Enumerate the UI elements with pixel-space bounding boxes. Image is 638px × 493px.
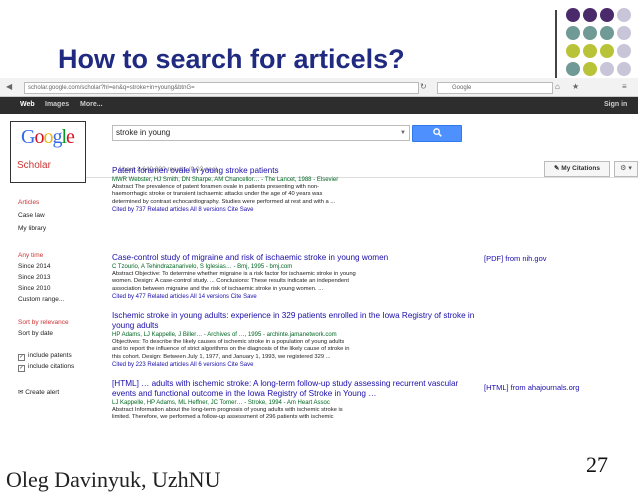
result-title-link[interactable]: [HTML] … adults with ischemic stroke: A … [112,379,482,399]
scholar-logo-box[interactable]: Google Scholar [10,121,86,183]
search-button[interactable] [412,125,462,142]
footer-author: Oleg Davinyuk, UzhNU [6,467,221,492]
result-authors: HP Adams, LJ Kappelle, J Biller… - Archi… [112,332,337,338]
result-authors: C Tzourio, A Tehindrazanarivelo, S Igles… [112,264,293,270]
my-citations-button[interactable]: ✎ My Citations [544,161,610,177]
create-alert-link[interactable]: ✉ Create alert [18,388,59,396]
decorative-dot [617,62,631,76]
scholar-label: Scholar [17,160,51,171]
decorative-dot [617,8,631,22]
decorative-dot [600,62,614,76]
result-action-links[interactable]: Cited by 223 Related articles All 6 vers… [112,361,482,369]
result-snippet-line: Abstract The prevalence of patent forame… [112,184,320,190]
screenshot: ◀ scholar.google.com/scholar?hl=en&q=str… [0,78,638,451]
include-patents-checkbox[interactable]: ✓ include patents [18,352,72,361]
result-snippet-line: determined by contrast echocardiography.… [112,198,336,205]
fulltext-link[interactable]: [PDF] from nih.gov [484,254,547,263]
result-authors: LJ Kappelle, HP Adams, ML Heffner, JC To… [112,400,330,406]
result-snippet-line: haemorrhagic stroke or transient ischaem… [112,191,323,198]
sidebar-item-any-time[interactable]: Any time [18,252,43,259]
include-patents-label: include patents [28,352,72,359]
sign-in-link[interactable]: Sign in [604,101,627,108]
logo-letter: e [66,126,75,148]
google-bar-web[interactable]: Web [20,101,35,108]
google-bar: Web Images More... Sign in [0,97,638,114]
result-snippet-line: Abstract Objective: To determine whether… [112,271,356,277]
checkbox-icon: ✓ [18,365,25,372]
browser-search-box[interactable]: Google [437,82,553,94]
query-text: stroke in young [116,128,171,137]
search-result: [HTML] … adults with ischemic stroke: A … [112,379,482,422]
decorative-dot [617,26,631,40]
decorative-dot [566,26,580,40]
sidebar-item-my-library[interactable]: My library [18,225,46,232]
result-title-link[interactable]: Patent foramen ovale in young stroke pat… [112,166,482,176]
gear-icon: ⚙ ▾ [620,165,632,172]
url-field[interactable]: scholar.google.com/scholar?hl=en&q=strok… [24,82,419,94]
search-icon [432,128,442,137]
google-bar-images[interactable]: Images [45,101,69,108]
sidebar-item-since-2014[interactable]: Since 2014 [18,263,51,270]
result-authors: MWR Webster, HJ Smith, DN Sharpe, AM Cha… [112,177,339,183]
decorative-dot [600,26,614,40]
my-citations-label: My Citations [561,165,600,172]
decorative-dot [583,8,597,22]
decorative-dot [617,44,631,58]
decorative-dot [600,44,614,58]
result-snippet-line: Objectives: To describe the likely cause… [112,339,345,345]
create-alert-label: Create alert [25,389,60,396]
google-logo: Google [21,126,75,149]
include-citations-label: include citations [28,363,75,370]
include-citations-checkbox[interactable]: ✓ include citations [18,363,74,372]
chevron-down-icon[interactable]: ▼ [400,126,406,140]
result-snippet-line: and to report the influence of strict al… [112,346,350,353]
result-snippet-line: Abstract Information about the long-term… [112,407,343,413]
search-result: Patent foramen ovale in young stroke pat… [112,166,482,214]
sidebar-item-case-law[interactable]: Case law [18,212,45,219]
page-number: 27 [586,452,608,477]
sidebar-item-custom-range[interactable]: Custom range... [18,296,64,303]
title-divider [555,10,557,86]
sidebar-item-sort-date[interactable]: Sort by date [18,330,53,337]
settings-button[interactable]: ⚙ ▾ [614,161,638,177]
decorative-dots [566,8,636,88]
bookmark-icon[interactable]: ★ [572,83,579,91]
decorative-dot [566,44,580,58]
address-bar: ◀ scholar.google.com/scholar?hl=en&q=str… [0,78,638,97]
decorative-dot [566,8,580,22]
result-snippet-line: women. Design: A case-control study. ...… [112,278,349,285]
search-input[interactable]: stroke in young ▼ [112,125,410,141]
result-title-link[interactable]: Case-control study of migraine and risk … [112,253,482,263]
result-title-link[interactable]: Ischemic stroke in young adults: experie… [112,311,482,331]
result-snippet-line: this cohort. Design: Between July 1, 197… [112,353,331,360]
decorative-dot [583,44,597,58]
search-result: Case-control study of migraine and risk … [112,253,482,301]
fulltext-link[interactable]: [HTML] from ahajournals.org [484,383,579,392]
home-icon[interactable]: ⌂ [555,83,560,91]
result-action-links[interactable]: Cited by 477 Related articles All 14 ver… [112,293,482,301]
checkbox-icon: ✓ [18,354,25,361]
logo-letter: G [21,126,35,148]
google-bar-more[interactable]: More... [80,101,103,108]
result-snippet-line: limited. Therefore, we performed a follo… [112,414,334,421]
decorative-dot [600,8,614,22]
decorative-dot [583,62,597,76]
search-result: Ischemic stroke in young adults: experie… [112,311,482,369]
decorative-dot [566,62,580,76]
sidebar-item-sort-relevance[interactable]: Sort by relevance [18,319,69,326]
result-action-links[interactable]: Cited by 737 Related articles All 8 vers… [112,206,482,214]
menu-icon[interactable]: ≡ [622,83,627,91]
back-icon[interactable]: ◀ [6,83,12,91]
slide-title: How to search for articels? [58,44,405,74]
refresh-icon[interactable]: ↻ [420,83,427,91]
decorative-dot [583,26,597,40]
sidebar-item-articles[interactable]: Articles [18,199,39,206]
sidebar-item-since-2010[interactable]: Since 2010 [18,285,51,292]
sidebar-item-since-2013[interactable]: Since 2013 [18,274,51,281]
result-snippet-line: association between migraine and the ris… [112,285,324,292]
